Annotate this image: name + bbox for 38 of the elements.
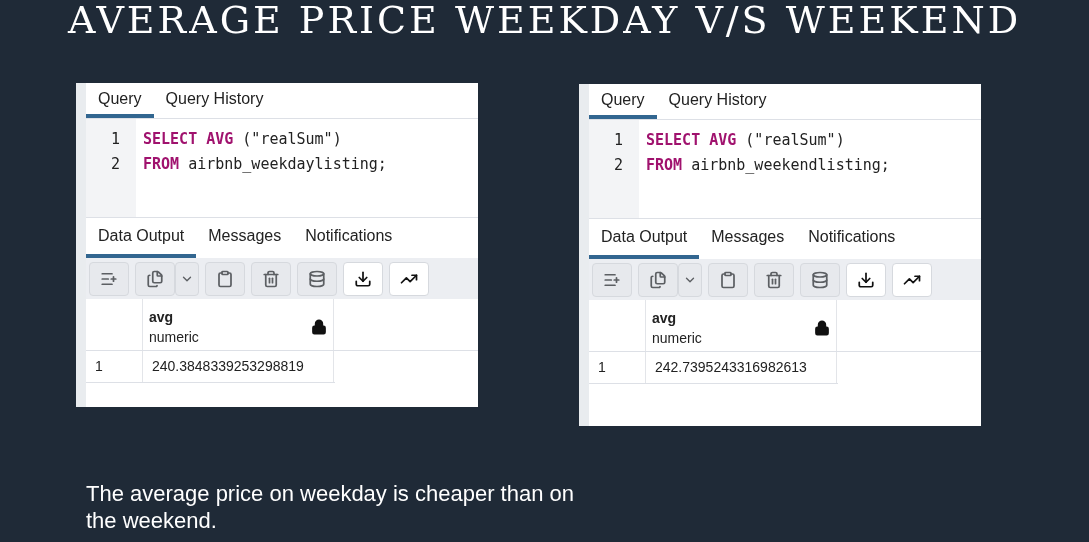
toolbar-button[interactable] [892,262,932,297]
column-name: avg [652,308,678,328]
toolbar-button[interactable] [846,262,886,297]
output-tab[interactable]: Notifications [293,218,405,258]
code-line: FROM airbnb_weekdaylisting; [143,154,387,175]
clipboard-icon [719,270,737,289]
line-number: 1 [612,130,624,151]
line-number: 2 [109,154,121,175]
trash-icon [765,270,783,289]
toolbar-button[interactable] [343,261,383,296]
output-tab[interactable]: Messages [196,218,294,258]
table-cell: 240.3848339253298819 [142,351,334,382]
column-type: numeric [652,328,702,348]
query-tab[interactable]: Query History [656,84,779,119]
slide-title: AVERAGE PRICE WEEKDAY V/S WEEKEND [66,0,1023,42]
query-tab[interactable]: Query History [153,83,276,118]
row-number: 1 [94,357,104,376]
row-number: 1 [597,358,607,377]
database-icon [811,270,829,289]
caption: The average price on weekday is cheaper than on the weekend. [86,480,575,534]
download-icon [354,269,372,288]
output-tab[interactable]: Messages [699,219,797,259]
code-line: SELECT AVG ("realSum") [646,130,846,151]
column-name: avg [149,307,175,327]
table-cell: 242.7395243316982613 [645,352,837,383]
download-icon [857,270,875,289]
code-line: SELECT AVG ("realSum") [143,129,343,150]
code-line: FROM airbnb_weekendlisting; [646,155,890,176]
copy-icon [649,270,667,289]
database-icon [308,269,326,288]
line-number: 1 [109,129,121,150]
line-number: 2 [612,155,624,176]
trash-icon [262,269,280,288]
column-type: numeric [149,327,199,347]
copy-icon [146,269,164,288]
output-tab[interactable]: Notifications [796,219,908,259]
clipboard-icon [216,269,234,288]
toolbar-button[interactable] [389,261,429,296]
